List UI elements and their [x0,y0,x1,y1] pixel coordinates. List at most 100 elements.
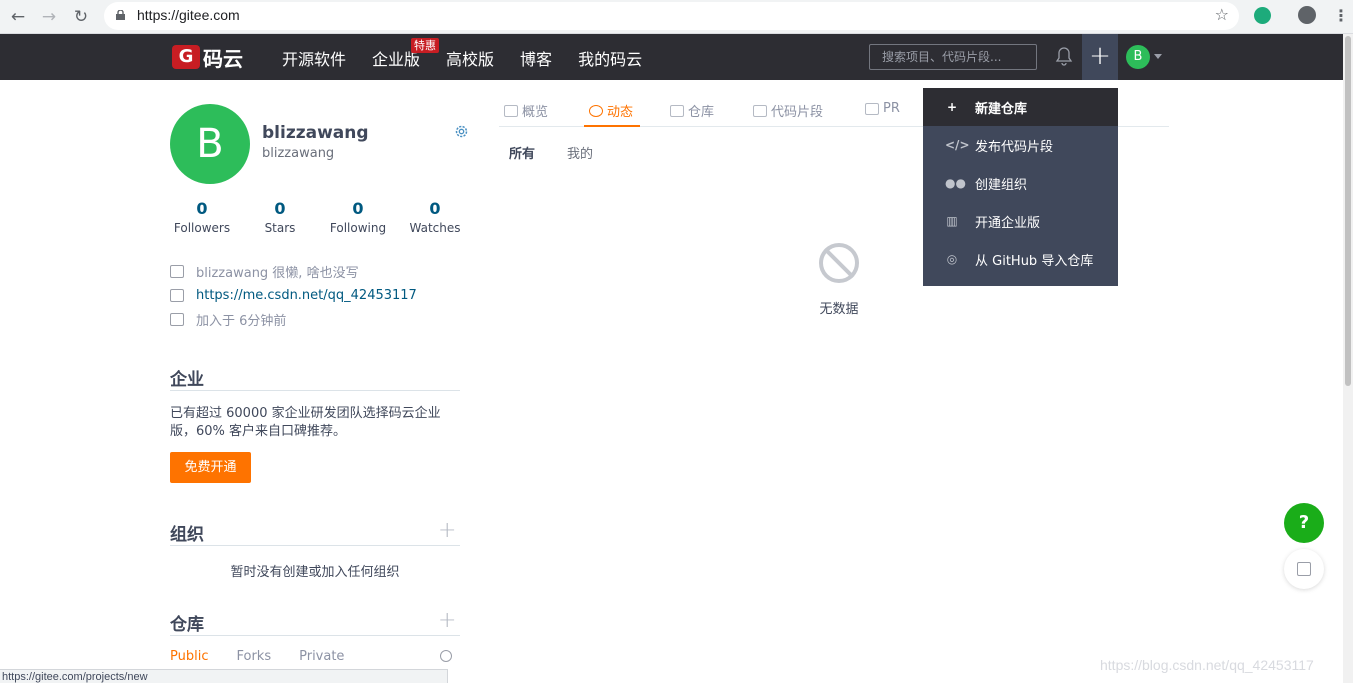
promo-badge: 特惠 [411,38,439,53]
status-bar-url: https://gitee.com/projects/new [0,669,448,683]
stat-label: Following [329,221,387,235]
stat-stars[interactable]: 0 Stars [245,199,315,235]
free-open-button[interactable]: 免费开通 [170,452,251,483]
external-link-icon [1297,562,1311,576]
tab-label: 仓库 [688,105,715,120]
document-icon [170,288,184,302]
nav-my-gitee[interactable]: 我的码云 [578,46,642,70]
reload-icon[interactable]: ↻ [69,5,93,29]
enterprise-desc: 已有超过 60000 家企业研发团队选择码云企业版，60% 客户来自口碑推荐。 [170,406,441,439]
orgs-empty: 暂时没有创建或加入任何组织 [230,565,400,580]
tab-repos[interactable]: 仓库 [670,101,714,120]
enterprise-title: 企业 [170,370,204,390]
subtab-mine[interactable]: 我的 [567,143,593,162]
no-data-text: 无数据 [819,302,859,317]
menu-kebab-icon[interactable]: ⋮ [1333,6,1349,25]
tab-pr[interactable]: PR [865,101,900,116]
add-org-icon[interactable]: + [438,520,456,542]
profile-link[interactable]: https://me.csdn.net/qq_42453117 [196,288,417,303]
stat-label: Watches [409,221,461,235]
profile-login: blizzawang [262,146,335,161]
chevron-down-icon[interactable] [1154,54,1162,59]
calendar-icon [170,312,184,326]
stat-following[interactable]: 0 Following [323,199,393,235]
tab-public[interactable]: Public [170,649,208,664]
menu-enterprise[interactable]: ▥ 开通企业版 [923,202,1118,240]
stat-number: 0 [196,199,208,218]
tab-label: 概览 [522,105,549,120]
tab-label: 代码片段 [771,105,824,120]
nav-open-source[interactable]: 开源软件 [282,46,346,70]
site-logo[interactable]: G 码云 [172,43,243,71]
create-dropdown: + 新建仓库 </> 发布代码片段 ●● 创建组织 ▥ 开通企业版 ◎ 从 Gi… [923,88,1118,286]
code-icon: </> [945,138,970,152]
activity-icon [589,104,603,117]
repos-title: 仓库 [170,615,204,635]
logo-mark: G [172,45,200,69]
search-input[interactable]: 搜索项目、代码片段... [869,44,1037,70]
tab-activity[interactable]: 动态 [589,101,633,120]
forward-icon[interactable]: → [37,5,61,29]
menu-new-snippet[interactable]: </> 发布代码片段 [923,126,1118,164]
menu-label: 新建仓库 [975,101,1028,117]
stat-number: 0 [352,199,364,218]
tab-label: 动态 [607,105,634,120]
site-header: G 码云 开源软件 企业版 高校版 博客 我的码云 特惠 搜索项目、代码片段..… [0,34,1343,80]
tab-forks[interactable]: Forks [236,649,271,664]
bio-row: blizzawang 很懒, 啥也没写 [170,262,359,281]
bell-icon[interactable] [1053,45,1075,67]
profile-avatar: B [170,104,250,184]
watermark: https://blog.csdn.net/qq_42453117 [1100,657,1314,673]
pull-request-icon [865,102,879,115]
menu-label: 发布代码片段 [975,139,1054,155]
repo-tabs: Public Forks Private [170,649,372,664]
nav-blog[interactable]: 博客 [520,46,552,70]
joined-text: 加入于 6分钟前 [196,313,287,329]
stat-watches[interactable]: 0 Watches [400,199,470,235]
gear-icon[interactable] [454,124,469,139]
tab-label: PR [883,101,900,116]
back-icon[interactable]: ← [6,5,30,29]
orgs-title: 组织 [170,525,204,545]
extension-icon[interactable] [1254,7,1271,24]
url-text: https://gitee.com [137,7,240,23]
code-icon [753,104,767,117]
stat-followers[interactable]: 0 Followers [167,199,237,235]
stat-label: Followers [173,221,231,235]
github-icon: ◎ [946,252,958,266]
nav-university[interactable]: 高校版 [446,46,494,70]
divider [170,635,460,636]
browser-toolbar: ← → ↻ https://gitee.com ☆ ⋮ [0,0,1353,34]
add-repo-icon[interactable]: + [438,610,456,632]
profile-name: blizzawang [262,123,369,143]
main-nav: 开源软件 企业版 高校版 博客 我的码云 [282,46,668,70]
tab-overview[interactable]: 概览 [504,101,548,120]
logo-text: 码云 [203,46,243,71]
plus-square-icon: + [946,100,958,114]
menu-new-repo[interactable]: + 新建仓库 [923,88,1118,126]
tab-snippets[interactable]: 代码片段 [753,101,823,120]
share-button[interactable] [1284,549,1324,589]
help-button[interactable]: ? [1284,503,1324,543]
menu-import-github[interactable]: ◎ 从 GitHub 导入仓库 [923,240,1118,278]
building-icon: ▥ [946,214,958,228]
no-data-icon [819,243,859,283]
bookmark-star-icon[interactable]: ☆ [1215,5,1229,24]
id-card-icon [170,264,184,278]
subtab-all[interactable]: 所有 [509,143,535,162]
users-icon: ●● [945,176,966,190]
tab-private[interactable]: Private [299,649,344,664]
menu-new-org[interactable]: ●● 创建组织 [923,164,1118,202]
create-plus-button[interactable]: + [1082,34,1118,80]
menu-label: 从 GitHub 导入仓库 [975,253,1094,269]
stat-number: 0 [274,199,286,218]
account-icon[interactable] [1298,6,1316,24]
stat-number: 0 [429,199,441,218]
search-icon[interactable] [440,650,452,662]
scrollbar-thumb[interactable] [1345,36,1351,386]
repo-icon [670,104,684,117]
user-avatar[interactable]: B [1126,45,1150,69]
link-row: https://me.csdn.net/qq_42453117 [170,286,417,304]
address-bar[interactable]: https://gitee.com ☆ [104,2,1239,30]
joined-row: 加入于 6分钟前 [170,310,287,329]
